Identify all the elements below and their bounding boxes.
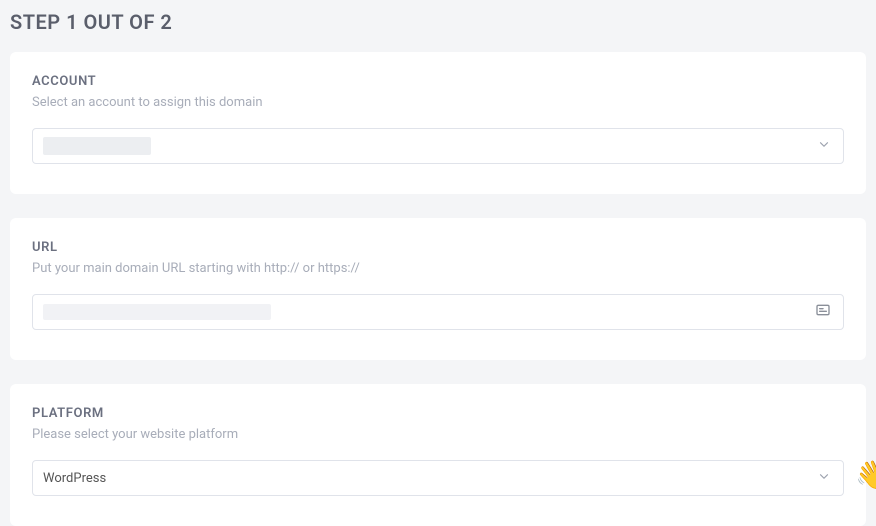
- form-autofill-icon[interactable]: [815, 302, 831, 322]
- chat-widget-wave-icon[interactable]: 👋: [855, 458, 876, 491]
- platform-description: Please select your website platform: [32, 427, 844, 442]
- platform-label: PLATFORM: [32, 406, 844, 421]
- account-select[interactable]: [32, 128, 844, 164]
- chevron-down-icon: [817, 137, 831, 156]
- url-input-wrapper: [32, 294, 844, 330]
- account-selected-value: [43, 137, 151, 155]
- account-label: ACCOUNT: [32, 74, 844, 89]
- account-description: Select an account to assign this domain: [32, 95, 844, 110]
- url-description: Put your main domain URL starting with h…: [32, 261, 844, 276]
- url-label: URL: [32, 240, 844, 255]
- url-card: URL Put your main domain URL starting wi…: [10, 218, 866, 360]
- platform-selected-value: WordPress: [43, 471, 809, 486]
- platform-card: PLATFORM Please select your website plat…: [10, 384, 866, 526]
- account-card: ACCOUNT Select an account to assign this…: [10, 52, 866, 194]
- url-input-value[interactable]: [43, 304, 271, 320]
- chevron-down-icon: [817, 469, 831, 488]
- page-title: STEP 1 OUT OF 2: [0, 0, 876, 52]
- platform-select[interactable]: WordPress: [32, 460, 844, 496]
